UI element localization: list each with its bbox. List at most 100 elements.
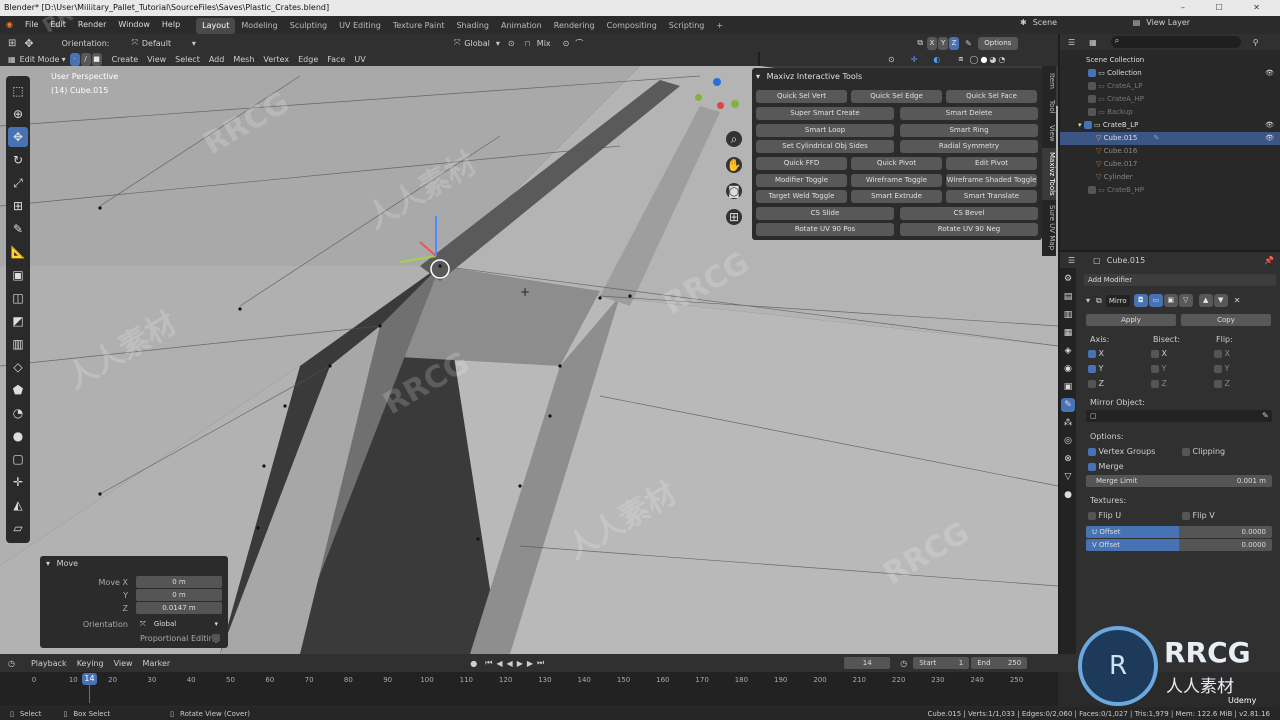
inset-icon[interactable]: ◫ [8, 288, 28, 308]
smart-ring-button[interactable]: Smart Ring [900, 124, 1038, 137]
eye-icon[interactable]: 👁 [1265, 119, 1274, 132]
annotate-icon[interactable]: ✎ [8, 219, 28, 239]
material-tab-icon[interactable]: ● [1061, 488, 1075, 502]
shrink-fatten-icon[interactable]: ✛ [8, 472, 28, 492]
move-x-field[interactable]: 0 m [136, 576, 222, 588]
flip-z-row[interactable]: Z [1214, 379, 1230, 388]
data-tab-icon[interactable]: ▽ [1061, 470, 1075, 484]
window-controls[interactable]: – ☐ ✕ [1181, 0, 1274, 16]
workspace-tab-animation[interactable]: Animation [495, 18, 548, 34]
edit-pivot-button[interactable]: Edit Pivot [946, 157, 1037, 170]
display-mode-icon[interactable]: ▦ [1089, 38, 1097, 47]
quick-sel-edge-button[interactable]: Quick Sel Edge [851, 90, 942, 103]
axis-y-checkbox[interactable] [1088, 364, 1096, 373]
add-modifier-dropdown[interactable]: Add Modifier [1084, 274, 1276, 286]
checkbox-icon[interactable] [1083, 121, 1092, 129]
playhead[interactable]: 14 [82, 673, 97, 685]
wireframe-shading-icon[interactable]: ◯ [969, 55, 978, 64]
z-axis-icon[interactable] [713, 78, 721, 86]
bisect-x-row[interactable]: X [1151, 349, 1167, 358]
cs-bevel-button[interactable]: CS Bevel [900, 207, 1038, 220]
workspace-tab-uv-editing[interactable]: UV Editing [333, 18, 387, 34]
radial-symmetry-button[interactable]: Radial Symmetry [900, 140, 1038, 153]
knife-icon[interactable]: ◇ [8, 357, 28, 377]
menu-vertex[interactable]: Vertex [263, 55, 289, 64]
tab-view[interactable]: View [1042, 122, 1056, 144]
face-select-mode-icon[interactable]: ■ [91, 52, 102, 66]
checkbox-icon[interactable] [1088, 186, 1096, 194]
workspace-tab-rendering[interactable]: Rendering [548, 18, 601, 34]
flip-u-checkbox[interactable] [1088, 511, 1096, 520]
add-workspace-button[interactable]: + [710, 18, 729, 34]
workspace-tab-sculpting[interactable]: Sculpting [284, 18, 333, 34]
particles-tab-icon[interactable]: ⁂ [1061, 416, 1075, 430]
navigation-gizmo[interactable] [693, 78, 739, 124]
clipping-checkbox[interactable] [1182, 447, 1190, 456]
quick-sel-face-button[interactable]: Quick Sel Face [946, 90, 1037, 103]
y-axis-icon[interactable] [731, 100, 739, 108]
merge-checkbox[interactable] [1088, 462, 1096, 471]
menu-create[interactable]: Create [112, 55, 139, 64]
vertex-select-mode-icon[interactable]: · [69, 52, 80, 66]
eye-icon[interactable]: 👁 [1265, 132, 1274, 145]
poly-build-icon[interactable]: ⬟ [8, 380, 28, 400]
flip-y-row[interactable]: Y [1214, 364, 1229, 373]
next-key-icon[interactable]: ▶ [527, 659, 533, 668]
menu-view[interactable]: View [114, 659, 133, 668]
v-offset-field[interactable]: V Offset 0.0000 [1086, 539, 1272, 551]
wireframe-toggle-button[interactable]: Wireframe Toggle [851, 174, 942, 187]
vertex-groups-checkbox[interactable] [1088, 447, 1096, 456]
checkbox-icon[interactable] [1088, 69, 1096, 77]
move-icon[interactable]: ✥ [8, 127, 28, 147]
tab-tool[interactable]: Tool [1042, 96, 1056, 118]
mode-dropdown[interactable]: Edit Mode [20, 55, 62, 64]
bisect-y-checkbox[interactable] [1151, 364, 1159, 373]
workspace-tab-layout[interactable]: Layout [196, 17, 236, 34]
axis-y-row[interactable]: Y [1088, 364, 1103, 373]
gizmo-icon[interactable]: ✛ [911, 55, 918, 64]
tab-maxivz-tools[interactable]: Maxivz Tools [1042, 148, 1056, 200]
move-z-field[interactable]: 0.0147 m [136, 602, 222, 614]
editor-type-icon[interactable]: ☰ [1068, 38, 1075, 47]
editor-type-icon[interactable]: ⊞ [8, 38, 16, 49]
clock-icon[interactable]: ◷ [900, 659, 907, 668]
jump-end-icon[interactable]: ⏭ [537, 658, 544, 668]
orientation-select[interactable]: ⤧ Global ▾ [136, 618, 222, 630]
axis-x-row[interactable]: X [1088, 349, 1104, 358]
smart-extrude-button[interactable]: Smart Extrude [851, 190, 942, 203]
menu-file[interactable]: File [19, 16, 44, 34]
solid-shading-icon[interactable]: ● [980, 55, 987, 64]
axis-z-row[interactable]: Z [1088, 379, 1104, 388]
flip-u-row[interactable]: Flip U [1088, 511, 1121, 520]
transform-orientation-dropdown[interactable]: Global [464, 39, 490, 48]
editor-type-icon[interactable]: ◷ [8, 659, 15, 668]
workspace-tab-shading[interactable]: Shading [450, 18, 495, 34]
menu-keying[interactable]: Keying [77, 659, 104, 668]
move-up-icon[interactable]: ▲ [1198, 294, 1213, 307]
zoom-icon[interactable]: ⌕ [726, 131, 742, 147]
move-down-icon[interactable]: ▼ [1213, 294, 1228, 307]
eyedropper-icon[interactable]: ✎ [1262, 411, 1269, 420]
copy-button[interactable]: Copy [1181, 314, 1271, 326]
rip-icon[interactable]: ▱ [8, 518, 28, 538]
apply-button[interactable]: Apply [1086, 314, 1176, 326]
blender-logo-icon[interactable]: ◉ [0, 16, 19, 34]
filter-icon[interactable]: ⚲ [1253, 38, 1259, 47]
menu-render[interactable]: Render [72, 16, 112, 34]
grid-icon[interactable]: ⊞ [726, 209, 742, 225]
extrude-icon[interactable]: ▣ [8, 265, 28, 285]
camera-icon[interactable]: ◙ [726, 183, 742, 199]
smart-translate-button[interactable]: Smart Translate [946, 190, 1037, 203]
cs-slide-button[interactable]: CS Slide [756, 207, 894, 220]
scene-selector[interactable]: Scene [1033, 18, 1113, 27]
spin-icon[interactable]: ◔ [8, 403, 28, 423]
options-dropdown[interactable]: Options [977, 36, 1018, 50]
editor-type-icon[interactable]: ☰ [1068, 256, 1075, 265]
chevron-down-icon[interactable]: ▾ [1086, 296, 1090, 305]
modifier-toggle-button[interactable]: Modifier Toggle [756, 174, 847, 187]
bisect-y-row[interactable]: Y [1151, 364, 1166, 373]
snap-mode-dropdown[interactable]: Mix [537, 39, 551, 48]
workspace-tab-compositing[interactable]: Compositing [601, 18, 663, 34]
edit-mode-toggle-icon[interactable]: ◘ [1133, 294, 1148, 307]
overlay-icon[interactable]: ◐ [933, 55, 940, 64]
